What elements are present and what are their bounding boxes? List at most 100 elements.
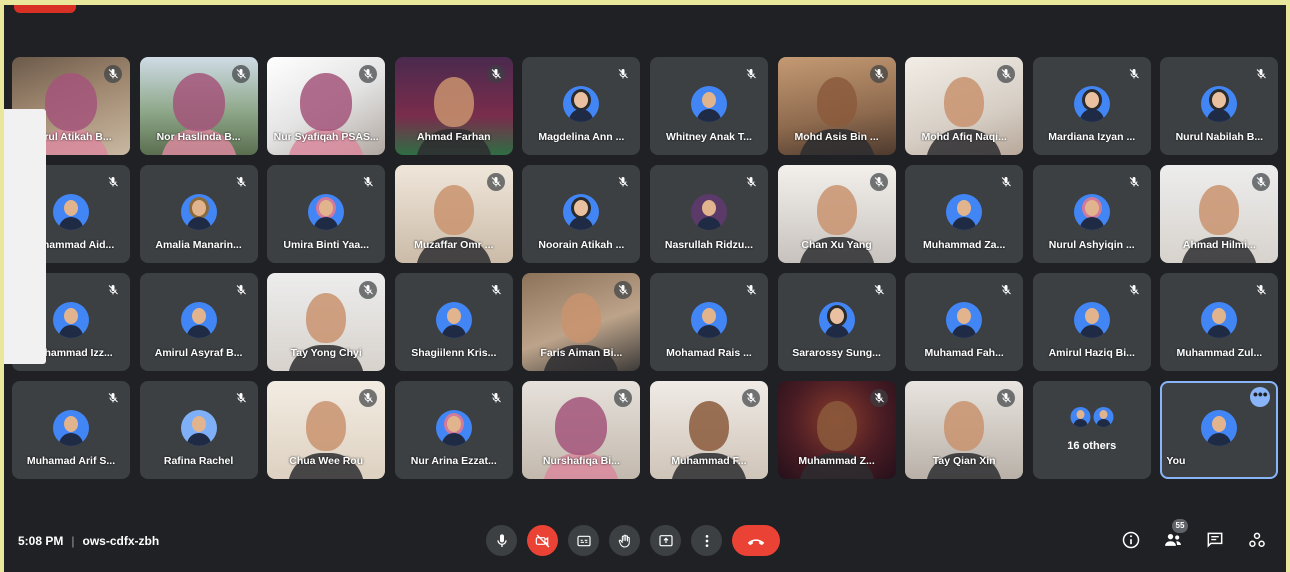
muted-mic-icon bbox=[359, 173, 377, 191]
participant-avatar bbox=[1073, 86, 1110, 123]
muted-mic-icon bbox=[487, 389, 505, 407]
participant-tile[interactable]: Mohd Asis Bin ... bbox=[777, 57, 896, 155]
participant-tile[interactable]: Sararossy Sung... bbox=[777, 273, 896, 371]
meeting-details[interactable]: 5:08 PM | ows-cdfx-zbh bbox=[18, 534, 159, 548]
present-button[interactable] bbox=[650, 525, 681, 556]
participant-tile[interactable]: Chua Wee Rou bbox=[267, 381, 386, 479]
top-banner-tab[interactable] bbox=[14, 5, 76, 13]
mic-button[interactable] bbox=[486, 525, 517, 556]
participant-avatar bbox=[946, 302, 983, 339]
participant-tile[interactable]: Shagiilenn Kris... bbox=[394, 273, 513, 371]
more-options-button[interactable] bbox=[691, 525, 722, 556]
muted-mic-icon bbox=[997, 281, 1015, 299]
participant-name: Nurul Nabilah B... bbox=[1175, 131, 1264, 143]
participant-tile[interactable]: Amirul Haziq Bi... bbox=[1032, 273, 1151, 371]
participant-tile[interactable]: Amalia Manarin... bbox=[139, 165, 258, 263]
meeting-info-button[interactable] bbox=[1120, 529, 1142, 551]
participant-avatar bbox=[1073, 194, 1110, 231]
muted-mic-icon bbox=[870, 281, 888, 299]
participant-tile[interactable]: Muzaffar Omr ... bbox=[394, 165, 513, 263]
people-button[interactable]: 55 bbox=[1162, 519, 1188, 551]
participant-tile[interactable]: Mohamad Rais ... bbox=[649, 273, 768, 371]
participant-name: Muzaffar Omr ... bbox=[414, 239, 494, 251]
raise-hand-button[interactable] bbox=[609, 525, 640, 556]
call-controls bbox=[486, 525, 780, 556]
participant-video-person bbox=[172, 73, 225, 132]
leave-call-button[interactable] bbox=[732, 525, 780, 556]
muted-mic-icon bbox=[614, 65, 632, 83]
self-name: You bbox=[1166, 455, 1186, 467]
participant-tile[interactable]: Faris Aiman Bi... bbox=[522, 273, 641, 371]
participant-tile[interactable]: Ahmad Farhan bbox=[394, 57, 513, 155]
participant-avatar bbox=[1073, 302, 1110, 339]
participant-tile[interactable]: Nurul Nabilah B... bbox=[1160, 57, 1279, 155]
participant-tile[interactable]: Whitney Anak T... bbox=[649, 57, 768, 155]
participant-tile[interactable]: Chan Xu Yang bbox=[777, 165, 896, 263]
participant-name: Muhamad Fah... bbox=[924, 347, 1004, 359]
participant-avatar bbox=[563, 194, 600, 231]
self-avatar bbox=[1201, 410, 1238, 447]
participant-tile[interactable]: Muhammad Z... bbox=[777, 381, 896, 479]
participant-tile[interactable]: Muhammad Za... bbox=[905, 165, 1024, 263]
participant-tile[interactable]: Nor Haslinda B... bbox=[139, 57, 258, 155]
participant-name: Umira Binti Yaa... bbox=[283, 239, 369, 251]
participant-tile[interactable]: Mohd Afiq Naqi... bbox=[905, 57, 1024, 155]
self-tile-more-button[interactable]: ••• bbox=[1250, 387, 1271, 407]
participant-video-person bbox=[816, 77, 857, 128]
captions-button[interactable] bbox=[568, 525, 599, 556]
participant-name: Nor Haslinda B... bbox=[156, 131, 241, 143]
muted-mic-icon bbox=[869, 65, 888, 83]
participant-video-person bbox=[688, 401, 729, 452]
participant-tile[interactable]: Amirul Asyraf B... bbox=[139, 273, 258, 371]
chat-button[interactable] bbox=[1204, 529, 1226, 551]
self-tile[interactable]: ••• You bbox=[1160, 381, 1279, 479]
participant-tile[interactable]: Nurul Ashyiqin ... bbox=[1032, 165, 1151, 263]
participant-tile[interactable]: Magdelina Ann ... bbox=[522, 57, 641, 155]
participant-video-person bbox=[433, 185, 474, 236]
participant-avatar bbox=[180, 410, 217, 447]
participant-avatar bbox=[435, 410, 472, 447]
participant-name: Mohd Asis Bin ... bbox=[794, 131, 879, 143]
others-tile[interactable]: 16 others bbox=[1032, 381, 1151, 479]
participant-tile[interactable]: Nurshafiqa Bi... bbox=[522, 381, 641, 479]
muted-mic-icon bbox=[104, 173, 122, 191]
participant-avatar bbox=[180, 194, 217, 231]
participant-tile[interactable]: Muhamad Fah... bbox=[905, 273, 1024, 371]
muted-mic-icon bbox=[1252, 65, 1270, 83]
participant-name: Nurul Ashyiqin ... bbox=[1048, 239, 1135, 251]
participant-tile[interactable]: Tay Yong Chyi bbox=[267, 273, 386, 371]
side-overlay-panel bbox=[4, 109, 46, 364]
participant-tile[interactable]: Mardiana Izyan ... bbox=[1032, 57, 1151, 155]
participant-tile[interactable]: Tay Qian Xin bbox=[905, 381, 1024, 479]
muted-mic-icon bbox=[997, 389, 1016, 407]
muted-mic-icon bbox=[614, 389, 633, 407]
participant-tile[interactable]: Muhammad Zul... bbox=[1160, 273, 1279, 371]
muted-mic-icon bbox=[486, 65, 505, 83]
participant-tile[interactable]: Nur Syafiqah PSAS... bbox=[267, 57, 386, 155]
participant-tile[interactable]: Nasrullah Ridzu... bbox=[649, 165, 768, 263]
participant-tile[interactable]: Ahmad Hilmi... bbox=[1160, 165, 1279, 263]
participant-tile[interactable]: Muhamad Arif S... bbox=[12, 381, 130, 479]
present-screen-icon bbox=[658, 534, 673, 546]
participant-tile[interactable]: Nur Arina Ezzat... bbox=[394, 381, 513, 479]
participant-name: Tay Yong Chyi bbox=[290, 347, 362, 359]
muted-mic-icon bbox=[486, 173, 505, 191]
participant-tile[interactable]: Umira Binti Yaa... bbox=[267, 165, 386, 263]
participant-name: Mohd Afiq Naqi... bbox=[921, 131, 1007, 143]
muted-mic-icon bbox=[1252, 281, 1270, 299]
bottom-bar: 5:08 PM | ows-cdfx-zbh 55 bbox=[4, 517, 1286, 565]
muted-mic-icon bbox=[1252, 173, 1271, 191]
participant-tile[interactable]: Muhammad F... bbox=[649, 381, 768, 479]
participant-name: Rafina Rachel bbox=[163, 455, 234, 467]
participant-tile[interactable]: Noorain Atikah ... bbox=[522, 165, 641, 263]
activities-button[interactable] bbox=[1246, 529, 1268, 551]
participant-name: Whitney Anak T... bbox=[665, 131, 752, 143]
participant-video-person bbox=[944, 77, 985, 128]
participant-avatar bbox=[690, 86, 727, 123]
participant-tile[interactable]: Rafina Rachel bbox=[139, 381, 258, 479]
participant-name: Magdelina Ann ... bbox=[538, 131, 625, 143]
muted-mic-icon bbox=[104, 389, 122, 407]
participant-avatar bbox=[946, 194, 983, 231]
muted-mic-icon bbox=[741, 389, 760, 407]
camera-toggle-button[interactable] bbox=[527, 525, 558, 556]
